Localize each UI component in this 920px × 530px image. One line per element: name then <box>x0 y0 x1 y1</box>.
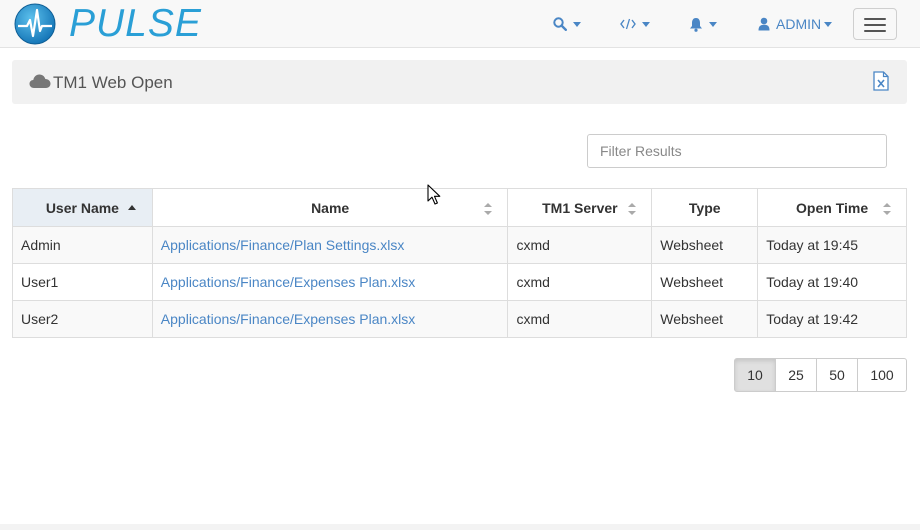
menu-toggle-button[interactable] <box>853 8 897 40</box>
column-header-tm1-server[interactable]: TM1 Server <box>507 188 653 227</box>
brand-name[interactable]: PULSE <box>69 2 202 46</box>
sort-ascending-icon <box>127 205 136 210</box>
page-header-panel: TM1 Web Open <box>12 60 907 104</box>
column-header-name[interactable]: Name <box>151 188 509 227</box>
table-row: Admin Applications/Finance/Plan Settings… <box>12 226 907 264</box>
cell-name: Applications/Finance/Expenses Plan.xlsx <box>151 300 509 338</box>
page-size-10-button[interactable]: 10 <box>734 358 776 392</box>
bell-icon <box>690 17 702 32</box>
cell-type: Websheet <box>651 226 759 264</box>
user-name: ADMIN <box>776 16 822 32</box>
hamburger-icon <box>864 24 886 26</box>
chevron-down-icon <box>824 21 833 27</box>
cell-tm1-server: cxmd <box>507 300 653 338</box>
search-icon <box>553 17 567 31</box>
search-menu[interactable] <box>553 14 581 34</box>
chevron-down-icon <box>642 21 650 27</box>
cell-open-time: Today at 19:45 <box>757 226 907 264</box>
hamburger-icon <box>864 30 886 32</box>
page-size-25-button[interactable]: 25 <box>775 358 817 392</box>
sort-icon <box>883 203 891 215</box>
page-title: TM1 Web Open <box>53 73 173 92</box>
code-icon <box>620 18 636 30</box>
cell-open-time: Today at 19:40 <box>757 263 907 301</box>
page-size-selector: 10 25 50 100 <box>734 358 907 392</box>
column-label: User Name <box>45 199 119 216</box>
sort-icon <box>628 203 637 215</box>
open-files-table: User Name Name TM1 Server Type Open Time… <box>12 188 907 338</box>
hamburger-icon <box>864 18 886 20</box>
footer-strip <box>0 524 920 530</box>
column-label: Open Time <box>796 199 869 216</box>
table-row: User2 Applications/Finance/Expenses Plan… <box>12 300 907 338</box>
column-header-type[interactable]: Type <box>651 188 759 227</box>
column-header-user-name[interactable]: User Name <box>12 188 153 227</box>
table-header-row: User Name Name TM1 Server Type Open Time <box>12 188 907 227</box>
file-link[interactable]: Applications/Finance/Plan Settings.xlsx <box>161 237 405 253</box>
cell-tm1-server: cxmd <box>507 263 653 301</box>
cell-name: Applications/Finance/Plan Settings.xlsx <box>151 226 509 264</box>
mouse-cursor-icon <box>427 184 441 205</box>
column-label: Type <box>688 199 721 216</box>
chevron-down-icon <box>573 21 581 27</box>
page-size-50-button[interactable]: 50 <box>816 358 858 392</box>
sort-icon <box>484 203 493 215</box>
cell-type: Websheet <box>651 300 759 338</box>
filter-results-input[interactable] <box>587 134 887 168</box>
cell-open-time: Today at 19:42 <box>757 300 907 338</box>
column-label: TM1 Server <box>542 199 618 216</box>
top-navbar: PULSE ADMIN <box>0 0 920 48</box>
table-row: User1 Applications/Finance/Expenses Plan… <box>12 263 907 301</box>
chevron-down-icon <box>709 21 717 27</box>
cell-tm1-server: cxmd <box>507 226 653 264</box>
column-label: Name <box>311 199 350 216</box>
column-header-open-time[interactable]: Open Time <box>757 188 907 227</box>
cell-user-name: Admin <box>12 226 153 264</box>
cell-user-name: User1 <box>12 263 153 301</box>
code-menu[interactable] <box>620 14 650 34</box>
cell-name: Applications/Finance/Expenses Plan.xlsx <box>151 263 509 301</box>
pulse-logo-icon[interactable] <box>14 3 56 45</box>
user-menu[interactable]: ADMIN <box>758 14 833 34</box>
excel-export-icon[interactable] <box>873 71 889 91</box>
page-size-100-button[interactable]: 100 <box>857 358 907 392</box>
cloud-icon <box>29 74 51 88</box>
file-link[interactable]: Applications/Finance/Expenses Plan.xlsx <box>161 311 415 327</box>
file-link[interactable]: Applications/Finance/Expenses Plan.xlsx <box>161 274 415 290</box>
user-icon <box>758 17 770 31</box>
cell-user-name: User2 <box>12 300 153 338</box>
notifications-menu[interactable] <box>689 14 717 34</box>
cell-type: Websheet <box>651 263 759 301</box>
